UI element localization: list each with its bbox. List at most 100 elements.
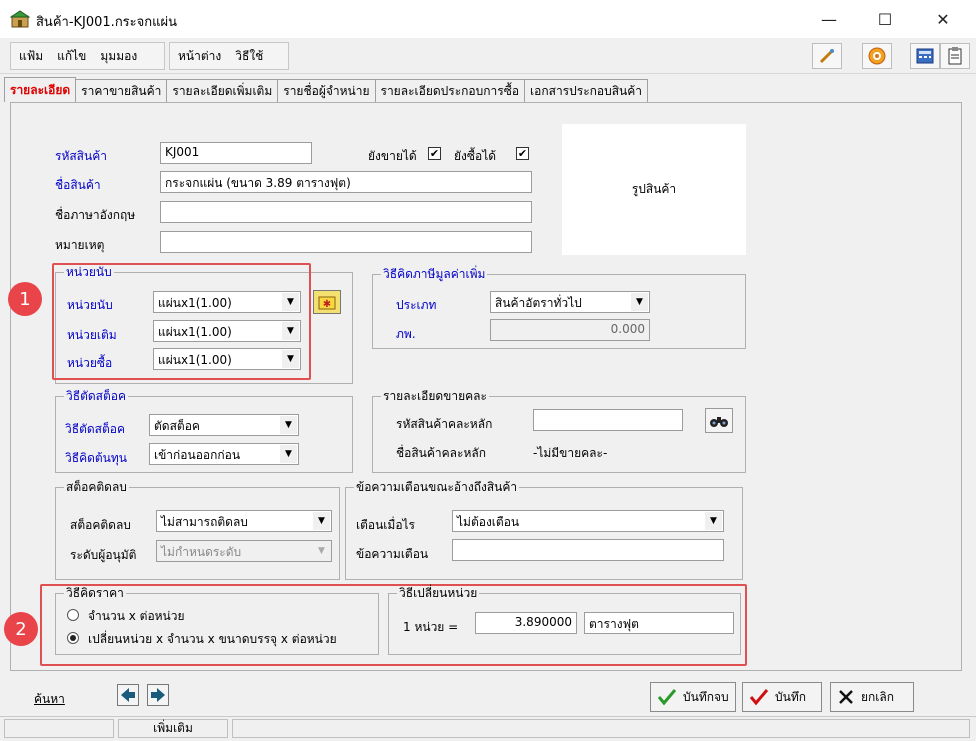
menu-edit[interactable]: แก้ไข bbox=[57, 47, 86, 66]
product-image-box[interactable]: รูปสินค้า bbox=[562, 124, 746, 255]
product-name-input[interactable]: กระจกแผ่น (ขนาด 3.89 ตารางฟุต) bbox=[160, 171, 532, 193]
clipboard-icon[interactable] bbox=[940, 43, 970, 69]
pen-icon[interactable] bbox=[812, 43, 842, 69]
checkmark-icon bbox=[657, 689, 677, 706]
vat-rate-label: ภพ. bbox=[396, 327, 416, 341]
main-code-label: รหัสสินค้าคละหลัก bbox=[396, 417, 493, 431]
unit-select-value: แผ่นx1(1.00) bbox=[158, 296, 232, 310]
add-unit-button[interactable]: ✱ bbox=[313, 290, 341, 314]
window-title: สินค้า-KJ001.กระจกแผ่น bbox=[36, 15, 178, 30]
title-bar: สินค้า-KJ001.กระจกแผ่น — ☐ ✕ bbox=[0, 0, 976, 38]
chevron-down-icon[interactable]: ▼ bbox=[282, 293, 299, 311]
folder-star-icon: ✱ bbox=[318, 296, 336, 310]
cost-method-select-value: เข้าก่อนออกก่อน bbox=[154, 448, 241, 462]
unit-convert-group-title: วิธีเปลี่ยนหน่วย bbox=[397, 586, 480, 600]
arrow-right-icon bbox=[151, 688, 165, 702]
approver-select-value: ไม่กำหนดระดับ bbox=[161, 545, 242, 559]
chevron-down-icon[interactable]: ▼ bbox=[631, 293, 648, 311]
prev-record-button[interactable] bbox=[117, 684, 139, 706]
product-code-label: รหัสสินค้า bbox=[55, 149, 107, 163]
save-close-button[interactable]: บันทึกจบ bbox=[650, 682, 736, 712]
search-link[interactable]: ค้นหา bbox=[34, 690, 65, 709]
vat-type-label: ประเภท bbox=[396, 298, 437, 312]
menu-bar: แฟ้ม แก้ไข มุมมอง หน้าต่าง วิธีใช้ bbox=[0, 38, 976, 74]
stock-cut-label: วิธีตัดสต็อค bbox=[65, 422, 125, 436]
chevron-down-icon[interactable]: ▼ bbox=[313, 542, 330, 560]
unit-label: หน่วยนับ bbox=[67, 298, 113, 312]
sale-detail-group-title: รายละเอียดขายคละ bbox=[381, 389, 489, 403]
minimize-button[interactable]: — bbox=[806, 0, 852, 38]
menu-group-main: แฟ้ม แก้ไข มุมมอง bbox=[10, 42, 165, 70]
pricing-option-1-label[interactable]: จำนวน x ต่อหน่วย bbox=[88, 607, 185, 626]
save-label: บันทึก bbox=[775, 689, 806, 704]
unit-select[interactable]: แผ่นx1(1.00) ▼ bbox=[153, 291, 301, 313]
cancel-label: ยกเลิก bbox=[861, 689, 895, 704]
cancel-button[interactable]: ยกเลิก bbox=[830, 682, 914, 712]
pricing-group-title: วิธีคิดราคา bbox=[64, 586, 126, 600]
stock-unit-select[interactable]: แผ่นx1(1.00) ▼ bbox=[153, 320, 301, 342]
pricing-option-2-label[interactable]: เปลี่ยนหน่วย x จำนวน x ขนาดบรรจุ x ต่อหน… bbox=[88, 630, 337, 649]
stock-unit-select-value: แผ่นx1(1.00) bbox=[158, 325, 232, 339]
stock-cut-select[interactable]: ตัดสต็อค ▼ bbox=[149, 414, 299, 436]
product-image-label: รูปสินค้า bbox=[631, 182, 677, 196]
chevron-down-icon[interactable]: ▼ bbox=[280, 445, 297, 463]
tab-suppliers[interactable]: รายชื่อผู้จำหน่าย bbox=[277, 79, 376, 102]
buy-unit-select[interactable]: แผ่นx1(1.00) ▼ bbox=[153, 348, 301, 370]
tab-details[interactable]: รายละเอียด bbox=[4, 77, 77, 102]
menu-file[interactable]: แฟ้ม bbox=[19, 47, 43, 66]
next-record-button[interactable] bbox=[147, 684, 169, 706]
save-button[interactable]: บันทึก bbox=[742, 682, 822, 712]
english-name-label: ชื่อภาษาอังกฤษ bbox=[55, 208, 136, 222]
svg-text:✱: ✱ bbox=[323, 299, 331, 310]
note-input[interactable] bbox=[160, 231, 532, 253]
pricing-option-1-radio[interactable] bbox=[67, 609, 79, 621]
stock-cut-select-value: ตัดสต็อค bbox=[154, 419, 200, 433]
menu-help[interactable]: วิธีใช้ bbox=[235, 47, 263, 66]
approver-select[interactable]: ไม่กำหนดระดับ ▼ bbox=[156, 540, 332, 562]
target-icon[interactable] bbox=[862, 43, 892, 69]
tab-documents[interactable]: เอกสารประกอบสินค้า bbox=[524, 79, 649, 102]
main-code-input[interactable] bbox=[533, 409, 683, 431]
product-code-input[interactable]: KJ001 bbox=[160, 142, 312, 164]
cost-method-select[interactable]: เข้าก่อนออกก่อน ▼ bbox=[149, 443, 299, 465]
badge-1: 1 bbox=[8, 282, 42, 316]
unit-convert-label: 1 หน่วย = bbox=[403, 620, 459, 634]
can-buy-checkbox[interactable]: ✔ bbox=[516, 147, 529, 160]
product-name-label: ชื่อสินค้า bbox=[55, 178, 101, 192]
warn-message-label: ข้อความเตือน bbox=[356, 547, 429, 561]
chevron-down-icon[interactable]: ▼ bbox=[282, 322, 299, 340]
badge-2: 2 bbox=[4, 612, 38, 646]
pricing-option-2-radio[interactable] bbox=[67, 632, 79, 644]
vat-type-select[interactable]: สินค้าอัตราทั่วไป ▼ bbox=[490, 291, 650, 313]
menu-window[interactable]: หน้าต่าง bbox=[178, 47, 221, 66]
chevron-down-icon[interactable]: ▼ bbox=[313, 512, 330, 530]
menu-view[interactable]: มุมมอง bbox=[100, 47, 137, 66]
negative-stock-select[interactable]: ไม่สามารถติดลบ ▼ bbox=[156, 510, 332, 532]
english-name-input[interactable] bbox=[160, 201, 532, 223]
can-sell-checkbox[interactable]: ✔ bbox=[428, 147, 441, 160]
unit-convert-unit-input[interactable]: ตารางฟุต bbox=[584, 612, 734, 634]
tab-sale-price[interactable]: ราคาขายสินค้า bbox=[75, 79, 168, 102]
app-icon bbox=[9, 10, 31, 28]
tab-more-details[interactable]: รายละเอียดเพิ่มเติม bbox=[166, 79, 279, 102]
negative-stock-group-title: สต็อคติดลบ bbox=[64, 480, 129, 494]
chevron-down-icon[interactable]: ▼ bbox=[705, 512, 722, 530]
warn-message-input[interactable] bbox=[452, 539, 724, 561]
chevron-down-icon[interactable]: ▼ bbox=[280, 416, 297, 434]
chevron-down-icon[interactable]: ▼ bbox=[282, 350, 299, 368]
can-sell-label: ยังขายได้ bbox=[368, 149, 417, 163]
tab-purchase-details[interactable]: รายละเอียดประกอบการซื้อ bbox=[374, 79, 526, 102]
maximize-button[interactable]: ☐ bbox=[862, 0, 908, 38]
binoculars-button[interactable] bbox=[705, 408, 733, 433]
stock-cut-group-title: วิธีตัดสต็อค bbox=[64, 389, 128, 403]
negative-stock-label: สต็อคติดลบ bbox=[70, 518, 131, 532]
calculator-icon[interactable] bbox=[910, 43, 940, 69]
vat-type-select-value: สินค้าอัตราทั่วไป bbox=[495, 296, 582, 310]
unit-convert-value-input[interactable]: 3.890000 bbox=[475, 612, 577, 634]
close-button[interactable]: ✕ bbox=[920, 0, 966, 38]
note-label: หมายเหตุ bbox=[55, 238, 105, 252]
warn-when-select-value: ไม่ต้องเตือน bbox=[457, 515, 520, 529]
arrow-left-icon bbox=[121, 688, 135, 702]
warn-when-select[interactable]: ไม่ต้องเตือน ▼ bbox=[452, 510, 724, 532]
vat-rate-input[interactable]: 0.000 bbox=[490, 319, 650, 341]
